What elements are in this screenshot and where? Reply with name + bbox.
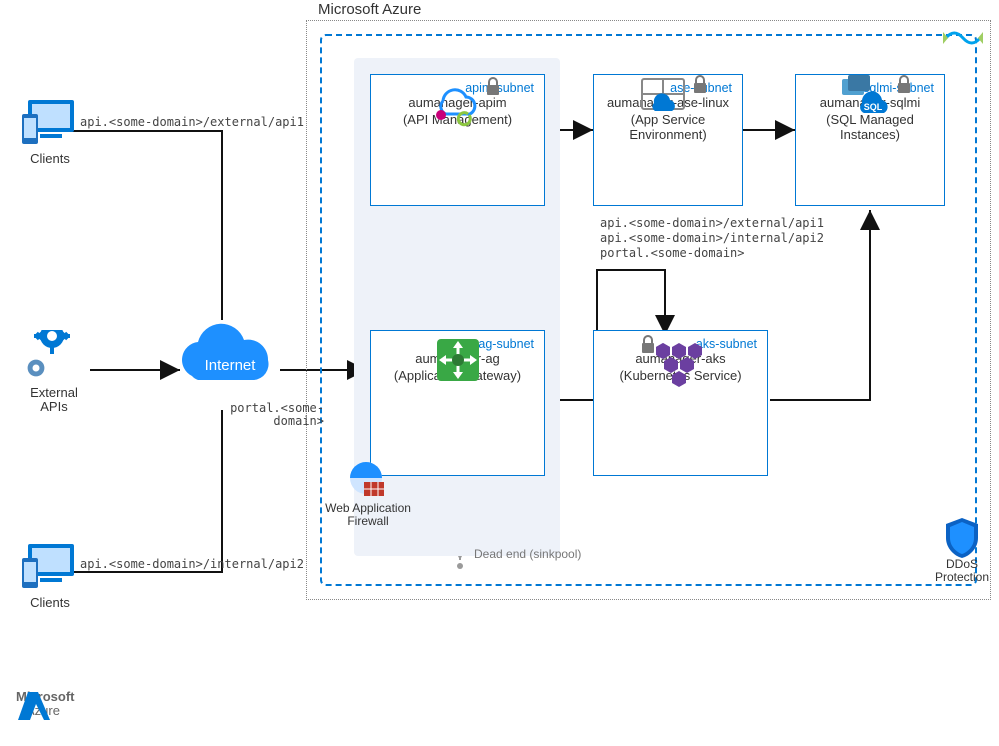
- clients-top-icon: [20, 96, 80, 152]
- path-routes: api.<some-domain>/external/api1 api.<som…: [600, 216, 824, 261]
- ag-subnet-title: ag-subnet: [371, 331, 544, 351]
- internet-icon: Internet: [172, 320, 288, 404]
- ase-type: (App Service Environment): [594, 112, 742, 142]
- azure-brand: Microsoft Azure: [16, 690, 75, 719]
- azure-title: Microsoft Azure: [318, 2, 421, 18]
- external-apis-icon: [24, 330, 90, 386]
- sqlmi-type: (SQL Managed Instances): [796, 112, 944, 142]
- brand-az: Azure: [26, 704, 75, 718]
- sqlmi-subnet-title: sqlmi-subnet: [796, 75, 944, 95]
- aks-name: aumanager-aks: [594, 351, 767, 366]
- ag-name: aumanager-ag: [371, 351, 544, 366]
- deadend-label: Dead end (sinkpool): [474, 548, 581, 561]
- clients-bottom-label: Clients: [20, 596, 80, 610]
- ase-subnet: ase-subnet aumanager-ase-linux (App Serv…: [593, 74, 743, 206]
- brand-ms: Microsoft: [16, 690, 75, 704]
- sqlmi-name: aumanager-sqlmi: [796, 95, 944, 110]
- path-bottom: api.<some-domain>/internal/api2: [80, 558, 304, 571]
- apim-type: (API Management): [371, 112, 544, 127]
- internet-label: Internet: [205, 357, 257, 374]
- aks-type: (Kubernetes Service): [594, 368, 767, 383]
- architecture-diagram: Microsoft Azure apim-subnet aumanager-ap…: [0, 0, 999, 746]
- clients-bottom-icon: [20, 540, 80, 596]
- apim-subnet: apim-subnet aumanager-apim (API Manageme…: [370, 74, 545, 206]
- external-apis-label: External APIs: [18, 386, 90, 413]
- ag-type: (Application Gateway): [371, 368, 544, 383]
- clients-top-label: Clients: [20, 152, 80, 166]
- waf-label: Web Application Firewall: [320, 502, 416, 527]
- aks-subnet: aks-subnet aumanager-aks (Kubernetes Ser…: [593, 330, 768, 476]
- apim-subnet-title: apim-subnet: [371, 75, 544, 95]
- expressroute-icon: [940, 25, 986, 51]
- ase-name: aumanager-ase-linux: [594, 95, 742, 110]
- sqlmi-subnet: sqlmi-subnet SQL aumanager-sqlmi (SQL Ma…: [795, 74, 945, 206]
- ase-subnet-title: ase-subnet: [594, 75, 742, 95]
- apim-name: aumanager-apim: [371, 95, 544, 110]
- ag-subnet: ag-subnet aumanager-ag (Application Gate…: [370, 330, 545, 476]
- aks-subnet-title: aks-subnet: [594, 331, 767, 351]
- path-top: api.<some-domain>/external/api1: [80, 116, 304, 129]
- path-portal: portal.<some- domain>: [228, 402, 324, 427]
- ddos-label: DDoS Protection: [926, 558, 998, 583]
